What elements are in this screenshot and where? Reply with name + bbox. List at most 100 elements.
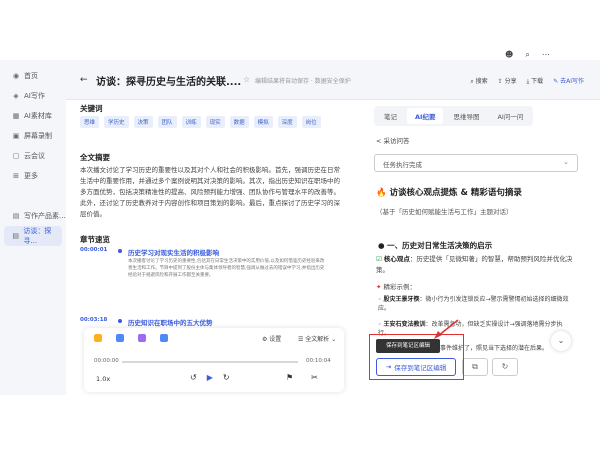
progress-track[interactable] xyxy=(122,361,298,363)
chapter-dot xyxy=(118,319,122,323)
keyword-tag[interactable]: 模拟 xyxy=(253,116,273,128)
page-title: 访谈：探寻历史与生活的关联.... xyxy=(96,77,242,88)
speaker-icon[interactable] xyxy=(160,334,168,342)
keyword-tag[interactable]: 团队 xyxy=(157,116,177,128)
header: ← 访谈：探寻历史与生活的关联.... ☆ 编辑结果将自动保存 · 数据安全保护… xyxy=(66,60,600,100)
play-icon[interactable]: ▶ xyxy=(207,373,213,382)
flag-icon[interactable]: ⚑ xyxy=(286,373,293,382)
meeting-icon: ▢ xyxy=(12,152,20,160)
sidebar-item-label: 首页 xyxy=(24,72,38,80)
back-link[interactable]: < 采访问答 xyxy=(376,135,410,145)
tab-notes[interactable]: 笔记 xyxy=(376,108,405,124)
keyword-tag[interactable]: 现实 xyxy=(205,116,225,128)
sidebar-item-label: AI素材库 xyxy=(24,112,52,120)
chapter-body: 本次播客讨论了学习历史的重要性,包括其在日常生活决策中的实用价值,以及如何借鉴历… xyxy=(128,259,325,278)
doc-title: 🔥 访谈核心观点提炼 & 精彩语句摘录 xyxy=(376,188,522,198)
tab-ai-summary[interactable]: AI纪要 xyxy=(407,108,444,124)
example-label: ✦ 精彩示例： xyxy=(376,283,417,291)
star-icon[interactable]: ☆ xyxy=(243,75,250,84)
ai-icon: ◈ xyxy=(13,92,19,100)
chapter-time[interactable]: 00:00:01 xyxy=(80,247,107,253)
keyword-tag[interactable]: 岗位 xyxy=(301,116,321,128)
sidebar-item-doc-2[interactable]: ▤ 访谈：探寻... xyxy=(4,226,62,246)
sidebar-item-label: 云会议 xyxy=(24,152,45,160)
tab-ai-ask[interactable]: AI问一问 xyxy=(489,108,531,124)
chevron-down-icon: ⌄ xyxy=(563,158,569,166)
section-heading: ● 一、历史对日常生活决策的启示 xyxy=(378,241,493,250)
scissors-icon[interactable]: ✂ xyxy=(311,373,318,382)
chapter-time[interactable]: 00:03:18 xyxy=(80,317,107,323)
settings-button[interactable]: ⚙ 设置 xyxy=(262,334,281,343)
tab-bar: 笔记 AI纪要 思维导图 AI问一问 xyxy=(374,106,534,126)
keyword-tag[interactable]: 训练 xyxy=(181,116,201,128)
sidebar: ◉ 首页 ◈ AI写作 ▦ AI素材库 ▣ 屏幕录制 ▢ 云会议 ⊞ 更多 ▤ 写作产品素..… xyxy=(0,60,66,395)
chapter-dot xyxy=(118,249,122,253)
more-icon[interactable]: ⋯ xyxy=(542,50,550,60)
audio-player: ⚙ 设置 ☰ 全文解析 ⌄ 00:00:00 00:10:04 1.0x ↺ ▶… xyxy=(84,328,344,392)
full-text-button[interactable]: ☰ 全文解析 ⌄ xyxy=(298,334,336,343)
sidebar-item-label: 访谈：探寻... xyxy=(23,227,52,245)
library-icon: ▦ xyxy=(12,112,20,120)
speaker-icon[interactable] xyxy=(138,334,146,342)
keywords-title: 关键词 xyxy=(80,104,103,113)
highlight-box xyxy=(369,334,464,380)
sidebar-item-label: 更多 xyxy=(24,172,38,180)
chapter-title[interactable]: 历史知识在职场中的五大优势 xyxy=(128,317,213,327)
sidebar-item-label: AI写作 xyxy=(24,92,45,100)
core-insight: ☑ 核心观点：历史提供「见微知著」的智慧，帮助预判风险并优化决策。 xyxy=(376,255,573,274)
mic-icon: ◉ xyxy=(12,72,20,80)
speaker-icon[interactable] xyxy=(116,334,124,342)
back-icon[interactable]: ← xyxy=(80,75,88,85)
sidebar-item-doc-1[interactable]: ▤ 写作产品素... xyxy=(0,206,66,226)
summary-title: 全文摘要 xyxy=(80,153,110,162)
speaker-icon[interactable] xyxy=(94,334,102,342)
rewind-icon[interactable]: ↺ xyxy=(190,373,197,382)
ai-writing-button[interactable]: ✎ 去AI写作 xyxy=(553,76,584,86)
summary-text: 本次播文讨论了学习历史的重要性以及其对个人和社会的积极影响。首先，强调历史在日常… xyxy=(80,166,340,218)
grid-icon: ⊞ xyxy=(13,172,19,180)
annotation-arrow-icon xyxy=(434,319,459,339)
chapters-title: 章节速览 xyxy=(80,235,110,244)
download-button[interactable]: ⤓ 下载 xyxy=(527,76,544,86)
search-button[interactable]: ⌕ 搜索 xyxy=(470,76,487,86)
pin-icon: ✦ xyxy=(376,283,382,291)
speed-button[interactable]: 1.0x xyxy=(96,375,110,383)
task-select[interactable]: 任务执行完成 ⌄ xyxy=(374,154,578,172)
sidebar-item-label: 写作产品素... xyxy=(24,212,66,220)
speaker-icons xyxy=(94,334,168,342)
sidebar-item-more[interactable]: ⊞ 更多 xyxy=(0,166,66,186)
assistant-icon[interactable]: ☻ xyxy=(505,50,513,60)
copy-button[interactable]: ⧉ xyxy=(462,358,488,376)
check-icon: ☑ xyxy=(376,255,382,263)
header-actions: ⌕ 搜索 ⇪ 分享 ⤓ 下载 ✎ 去AI写作 xyxy=(470,76,584,86)
doc-icon: ▤ xyxy=(12,212,20,220)
collapse-button[interactable]: ⌄ xyxy=(551,331,571,351)
current-time: 00:00:00 xyxy=(94,358,119,364)
playback-controls: ↺ ▶ ↻ xyxy=(190,373,230,382)
sidebar-item-ai-writing[interactable]: ◈ AI写作 xyxy=(0,86,66,106)
keyword-list: 思维 学历史 决策 团队 训练 现实 数据 模拟 深度 岗位 xyxy=(80,116,321,128)
chapter-title[interactable]: 历史学习对现实生活的积极影响 xyxy=(128,247,219,257)
search-icon[interactable]: ⌕ xyxy=(525,50,529,60)
keyword-tag[interactable]: 思维 xyxy=(80,116,100,128)
doc-icon: ▤ xyxy=(12,232,20,240)
autosave-note: 编辑结果将自动保存 · 数据安全保护 xyxy=(255,78,351,85)
total-time: 00:10:04 xyxy=(306,358,331,364)
sidebar-item-label: 屏幕录制 xyxy=(24,132,52,140)
refresh-button[interactable]: ↻ xyxy=(492,358,518,376)
keyword-tag[interactable]: 数据 xyxy=(229,116,249,128)
tab-mind-map[interactable]: 思维导图 xyxy=(445,108,487,124)
sidebar-item-meeting[interactable]: ▢ 云会议 xyxy=(0,146,66,166)
top-toolbar: ☻ ⌕ ⋯ xyxy=(505,50,550,60)
keyword-tag[interactable]: 决策 xyxy=(133,116,153,128)
share-button[interactable]: ⇪ 分享 xyxy=(498,76,517,86)
doc-subtitle: （基于「历史如何赋能生活与工作」主题对话） xyxy=(376,208,513,216)
keyword-tag[interactable]: 学历史 xyxy=(104,116,129,128)
forward-icon[interactable]: ↻ xyxy=(223,373,230,382)
sidebar-item-screen-record[interactable]: ▣ 屏幕录制 xyxy=(0,126,66,146)
keyword-tag[interactable]: 深度 xyxy=(277,116,297,128)
screen-record-icon: ▣ xyxy=(12,132,20,140)
sidebar-item-home[interactable]: ◉ 首页 xyxy=(0,66,66,86)
sidebar-item-ai-library[interactable]: ▦ AI素材库 xyxy=(0,106,66,126)
player-tools: ⚑ ✂ xyxy=(286,373,318,382)
